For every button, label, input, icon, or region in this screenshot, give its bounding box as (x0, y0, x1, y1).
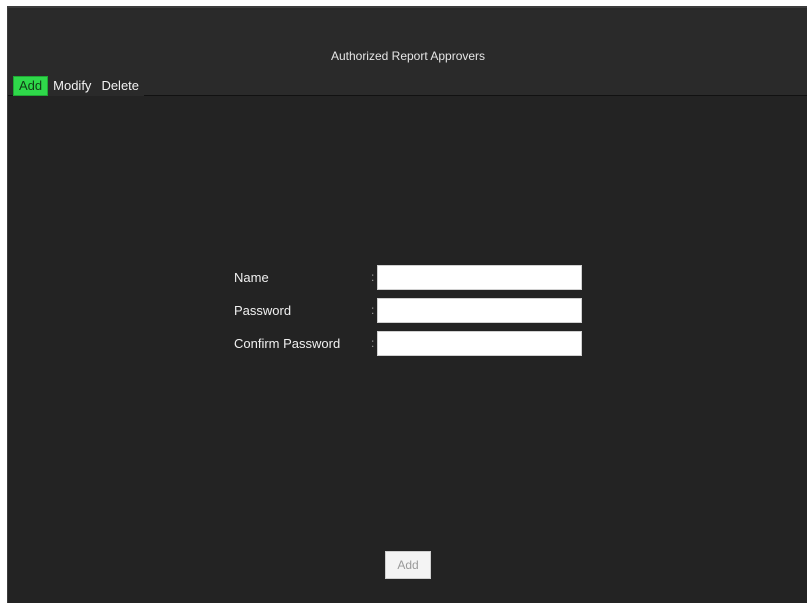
confirm-password-label: Confirm Password (234, 336, 341, 351)
password-label: Password (234, 303, 292, 318)
tab-modify[interactable]: Modify (48, 76, 97, 96)
tab-delete[interactable]: Delete (96, 76, 145, 96)
password-input[interactable] (377, 298, 582, 323)
name-input[interactable] (377, 265, 582, 290)
add-button[interactable]: Add (385, 551, 431, 579)
password-separator: : (371, 303, 375, 317)
confirm-password-input[interactable] (377, 331, 582, 356)
tab-add[interactable]: Add (13, 76, 49, 96)
confirm-password-row: Confirm Password : (234, 331, 594, 357)
window-header: Authorized Report Approvers Add Modify D… (8, 8, 807, 96)
name-label: Name (234, 270, 269, 285)
tab-bar: Add Modify Delete (13, 76, 145, 96)
confirm-password-separator: : (371, 336, 375, 350)
report-approvers-window: Authorized Report Approvers Add Modify D… (7, 6, 807, 603)
password-row: Password : (234, 298, 594, 324)
window-title: Authorized Report Approvers (330, 49, 486, 63)
name-row: Name : (234, 265, 594, 291)
name-separator: : (371, 270, 375, 284)
